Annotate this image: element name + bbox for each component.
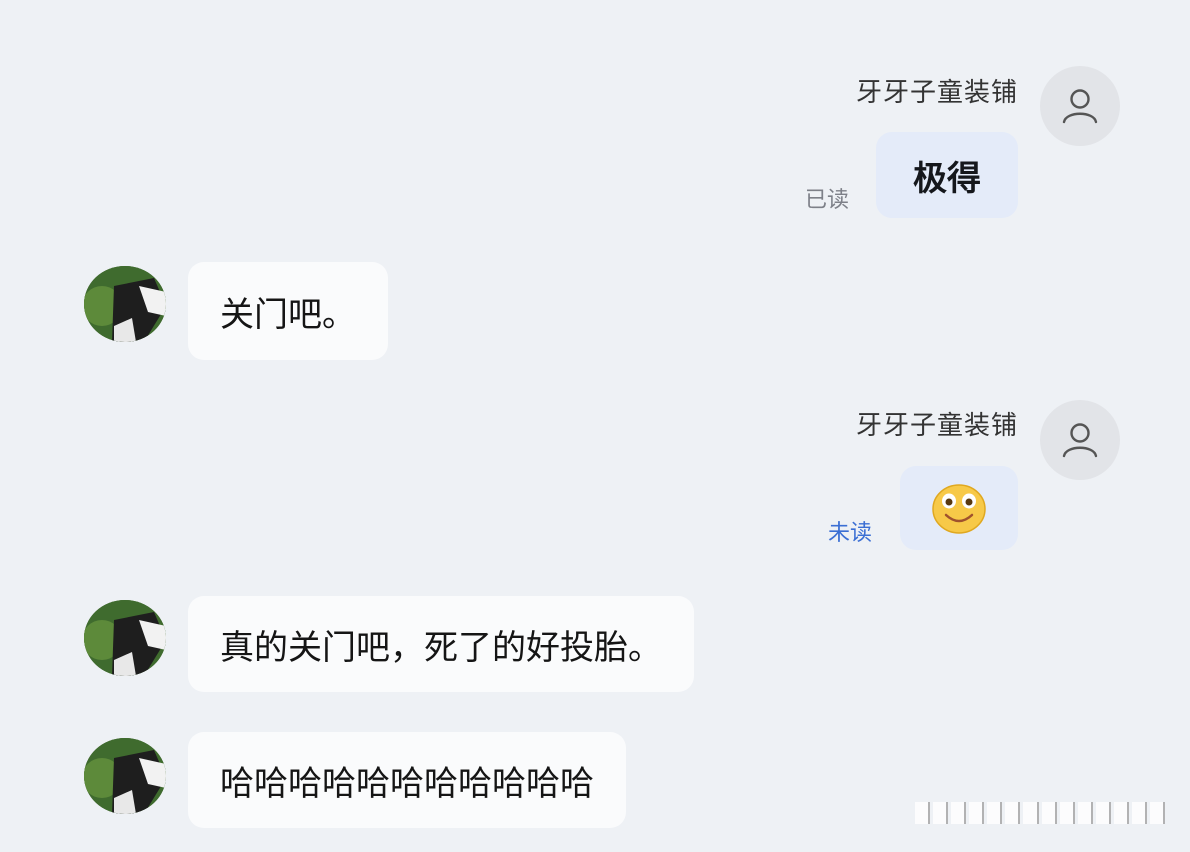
message-bubble[interactable]: 极得 xyxy=(876,132,1018,218)
unread-status: 未读 xyxy=(828,521,873,546)
message-bubble[interactable]: 关门吧。 xyxy=(188,262,388,360)
message-text: 极得 xyxy=(913,158,981,199)
sender-name: 牙牙子童装铺 xyxy=(855,78,1018,108)
avatar-photo-image xyxy=(84,738,166,814)
sender-name: 牙牙子童装铺 xyxy=(855,411,1018,441)
smile-emoji-icon xyxy=(932,484,986,534)
default-avatar-icon[interactable] xyxy=(1040,66,1120,146)
avatar[interactable] xyxy=(84,600,166,676)
avatar-photo-image xyxy=(84,600,166,676)
watermark xyxy=(915,798,1166,828)
message-text: 真的关门吧，死了的好投胎。 xyxy=(220,627,662,668)
message-bubble[interactable]: 哈哈哈哈哈哈哈哈哈哈哈 xyxy=(188,732,626,828)
message-text: 关门吧。 xyxy=(220,294,356,335)
message-bubble[interactable]: 真的关门吧，死了的好投胎。 xyxy=(188,596,694,692)
user-icon xyxy=(1062,89,1098,124)
chat-area: 牙牙子童装铺 已读 极得 关门吧。 牙牙子童装铺 未读 真的关门吧，死了的好投胎… xyxy=(0,0,1190,852)
default-avatar-icon[interactable] xyxy=(1040,400,1120,480)
user-icon xyxy=(1062,423,1098,458)
avatar[interactable] xyxy=(84,738,166,814)
read-status: 已读 xyxy=(805,188,850,213)
avatar-photo-image xyxy=(84,266,166,342)
avatar[interactable] xyxy=(84,266,166,342)
message-bubble[interactable] xyxy=(900,466,1018,550)
message-text: 哈哈哈哈哈哈哈哈哈哈哈 xyxy=(220,763,594,804)
